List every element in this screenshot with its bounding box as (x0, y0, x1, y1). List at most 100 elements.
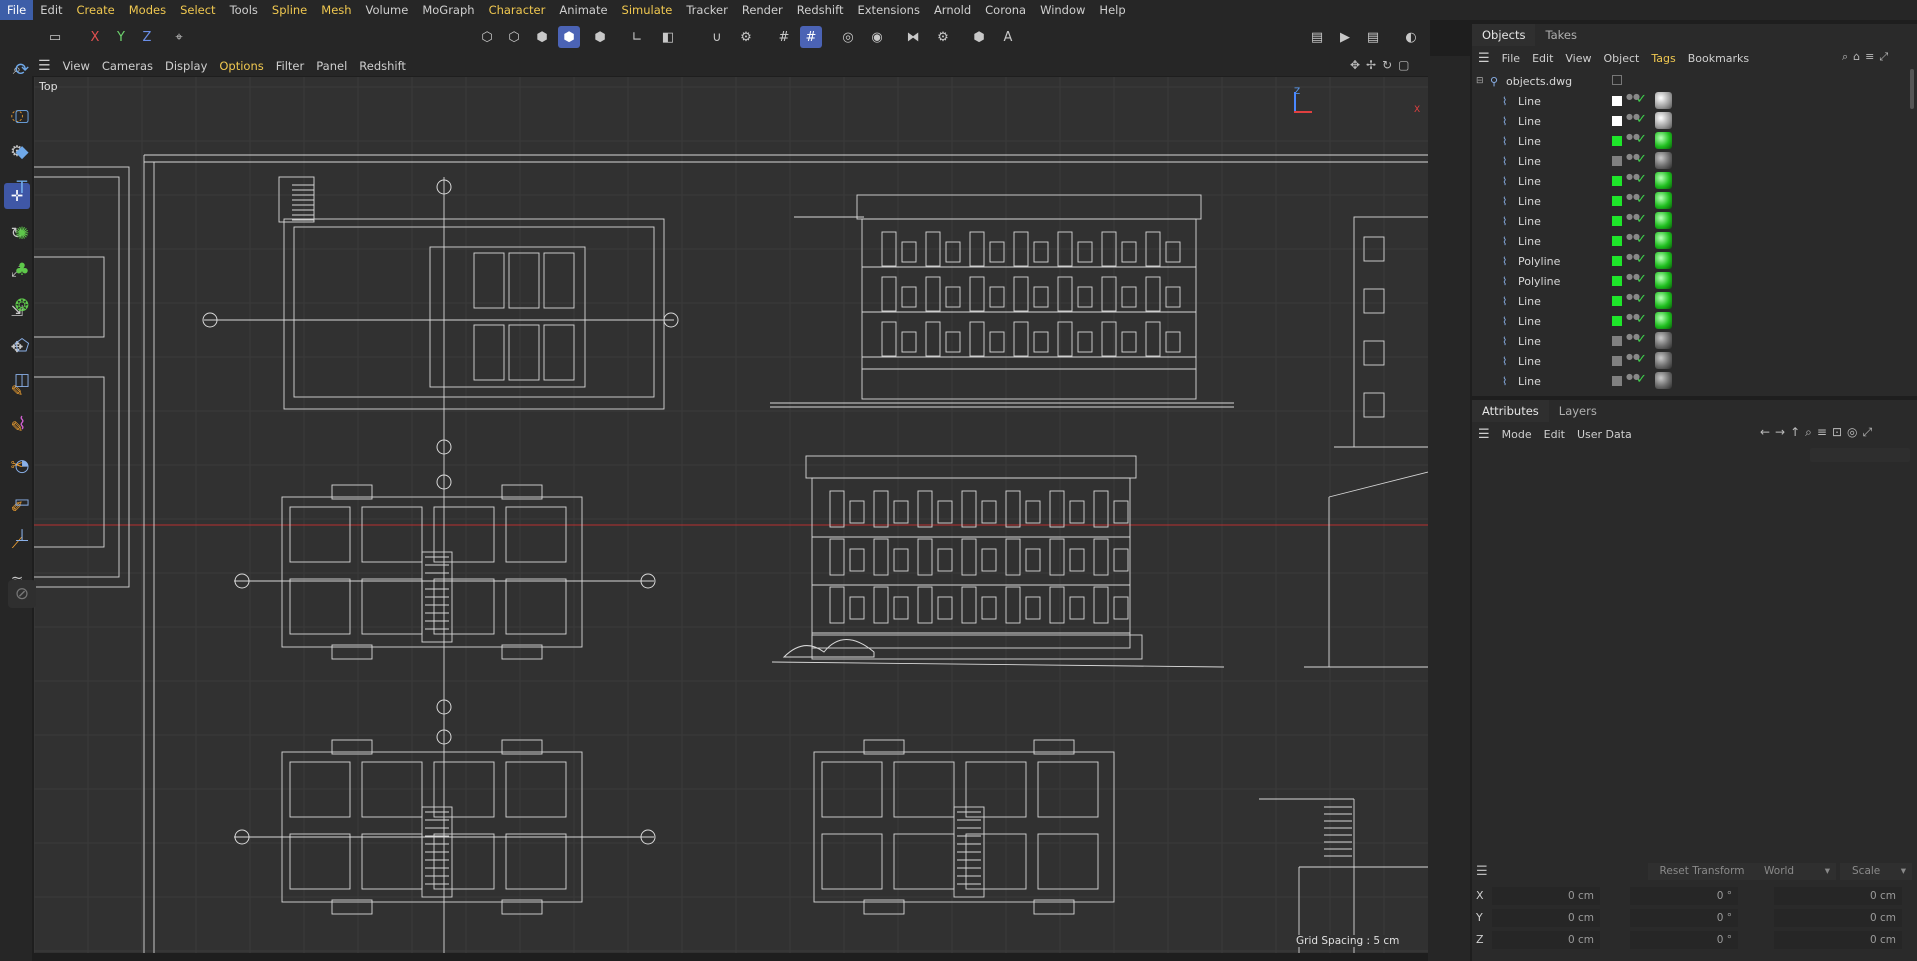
undo-icon[interactable]: ▭ (44, 26, 66, 48)
objects-scrollbar[interactable] (1910, 69, 1914, 109)
render-view-icon[interactable]: ▤ (1306, 26, 1328, 48)
mograph-icon[interactable]: ♣ (8, 256, 36, 284)
scale-field[interactable]: 0 cm (1774, 887, 1902, 905)
menu-window[interactable]: Window (1033, 0, 1092, 20)
enabled-check-icon[interactable]: ✓ (1636, 212, 1647, 227)
enabled-check-icon[interactable]: ✓ (1636, 292, 1647, 307)
menu-arnold[interactable]: Arnold (927, 0, 978, 20)
menu-corona[interactable]: Corona (978, 0, 1033, 20)
model-mode-icon[interactable]: ⬢ (558, 26, 580, 48)
material-tag-icon[interactable] (1655, 212, 1672, 229)
menu-animate[interactable]: Animate (552, 0, 614, 20)
material-tag-icon[interactable] (1655, 312, 1672, 329)
enabled-check-icon[interactable]: ✓ (1636, 192, 1647, 207)
coordinate-system-icon[interactable]: ⌖ (168, 26, 190, 48)
menu-spline[interactable]: Spline (265, 0, 314, 20)
visibility-dots-icon[interactable]: ●● (1626, 153, 1640, 169)
enabled-check-icon[interactable]: ✓ (1636, 352, 1647, 367)
object-row[interactable]: ⌇ Line ●● ✓ (1472, 331, 1902, 351)
viewport-menu-view[interactable]: View (57, 59, 96, 73)
objects-menu-view[interactable]: View (1559, 52, 1597, 65)
menu-select[interactable]: Select (173, 0, 222, 20)
tree-root-row[interactable]: ⊟ ⚲ objects.dwg (1472, 71, 1902, 91)
attributes-tab-layers[interactable]: Layers (1549, 400, 1607, 422)
coordinate-mode-dropdown[interactable]: Scale ▾ (1840, 863, 1912, 880)
menu-file[interactable]: File (0, 0, 34, 20)
rotation-field[interactable]: 0 ° (1630, 887, 1738, 905)
render-active-icon[interactable]: ▶ (1334, 26, 1356, 48)
axis-x-toggle[interactable]: X (84, 26, 106, 48)
object-row[interactable]: ⌇ Line ●● ✓ (1472, 191, 1902, 211)
attributes-menu-user-data[interactable]: User Data (1571, 428, 1638, 441)
visibility-dots-icon[interactable]: ●● (1626, 133, 1640, 149)
visibility-dots-icon[interactable]: ●● (1626, 333, 1640, 349)
material-tag-icon[interactable] (1655, 132, 1672, 149)
objects-menu-object[interactable]: Object (1598, 52, 1646, 65)
enabled-check-icon[interactable]: ✓ (1636, 232, 1647, 247)
viewport-canvas[interactable]: Top Z X Grid Spacing : 5 cm (34, 77, 1428, 953)
material-tag-icon[interactable] (1655, 272, 1672, 289)
menu-mograph[interactable]: MoGraph (415, 0, 481, 20)
material-tag-icon[interactable] (1655, 152, 1672, 169)
attributes-nav-icons[interactable]: ←→↑⌕≡⊡◎⤢ (1760, 425, 1877, 440)
object-row[interactable]: ⌇ Line ●● ✓ (1472, 291, 1902, 311)
material-tag-icon[interactable] (1655, 92, 1672, 109)
material-tag-icon[interactable] (1655, 172, 1672, 189)
scale-field[interactable]: 0 cm (1774, 931, 1902, 949)
objects-tab-objects[interactable]: Objects (1472, 24, 1536, 46)
material-tag-icon[interactable] (1655, 372, 1672, 389)
rotation-field[interactable]: 0 ° (1630, 909, 1738, 927)
visibility-dots-icon[interactable]: ●● (1626, 93, 1640, 109)
menu-edit[interactable]: Edit (33, 0, 69, 20)
coordinates-hamburger-icon[interactable]: ☰ (1476, 864, 1488, 879)
material-tag-icon[interactable] (1655, 232, 1672, 249)
rotation-field[interactable]: 0 ° (1630, 931, 1738, 949)
enabled-check-icon[interactable]: ✓ (1636, 112, 1647, 127)
enabled-check-icon[interactable]: ✓ (1636, 92, 1647, 107)
objects-menu-edit[interactable]: Edit (1526, 52, 1559, 65)
visibility-dots-icon[interactable]: ●● (1626, 233, 1640, 249)
enabled-check-icon[interactable]: ✓ (1636, 332, 1647, 347)
objects-header-icons[interactable]: ⌕⌂≡⤢ (1842, 50, 1893, 64)
cube-outline-icon[interactable]: ▢ (8, 102, 36, 130)
object-row[interactable]: ⌇ Line ●● ✓ (1472, 311, 1902, 331)
object-row[interactable]: ⌇ Line ●● ✓ (1472, 91, 1902, 111)
points-mode-icon[interactable]: ⬡ (476, 26, 498, 48)
grid-snap-icon[interactable]: # (800, 26, 822, 48)
light-icon[interactable]: ⊥ (8, 522, 36, 550)
collapse-icon[interactable]: ⊟ (1476, 76, 1484, 86)
material-tag-icon[interactable] (1655, 252, 1672, 269)
position-field[interactable]: 0 cm (1492, 909, 1600, 927)
render-queue-icon[interactable]: ▤ (1362, 26, 1384, 48)
grid-icon[interactable]: # (773, 26, 795, 48)
axis-y-toggle[interactable]: Y (110, 26, 132, 48)
material-tag-icon[interactable] (1655, 352, 1672, 369)
effector-icon[interactable]: ❂ (8, 292, 36, 320)
attributes-search-field[interactable] (1810, 448, 1910, 462)
axis-z-toggle[interactable]: Z (136, 26, 158, 48)
object-row[interactable]: ⌇ Line ●● ✓ (1472, 171, 1902, 191)
visibility-dots-icon[interactable]: ●● (1626, 273, 1640, 289)
environment-icon[interactable]: ◔ (8, 452, 36, 480)
visibility-dots-icon[interactable]: ●● (1626, 373, 1640, 389)
selection-icon[interactable]: ⟳ (8, 56, 36, 84)
scale-field[interactable]: 0 cm (1774, 909, 1902, 927)
text-icon[interactable]: T (8, 174, 36, 202)
object-row[interactable]: ⌇ Line ●● ✓ (1472, 351, 1902, 371)
coordinate-space-dropdown[interactable]: World ▾ (1756, 863, 1836, 880)
snap-magnet-icon[interactable]: ∪ (706, 26, 728, 48)
menu-character[interactable]: Character (482, 0, 553, 20)
cloner-icon[interactable]: ✺ (8, 220, 36, 248)
objects-hamburger-icon[interactable]: ☰ (1472, 51, 1496, 66)
visibility-dots-icon[interactable]: ●● (1626, 113, 1640, 129)
viewport-menu-redshift[interactable]: Redshift (353, 59, 412, 73)
reset-transform-button[interactable]: Reset Transform (1648, 863, 1756, 880)
symmetry-icon[interactable]: ⧓ (902, 26, 924, 48)
snap-settings-icon[interactable]: ⚙ (735, 26, 757, 48)
viewport-menu-cameras[interactable]: Cameras (96, 59, 159, 73)
enabled-check-icon[interactable]: ✓ (1636, 172, 1647, 187)
menu-simulate[interactable]: Simulate (615, 0, 680, 20)
menu-mesh[interactable]: Mesh (314, 0, 358, 20)
object-row[interactable]: ⌇ Line ●● ✓ (1472, 211, 1902, 231)
enabled-check-icon[interactable]: ✓ (1636, 312, 1647, 327)
